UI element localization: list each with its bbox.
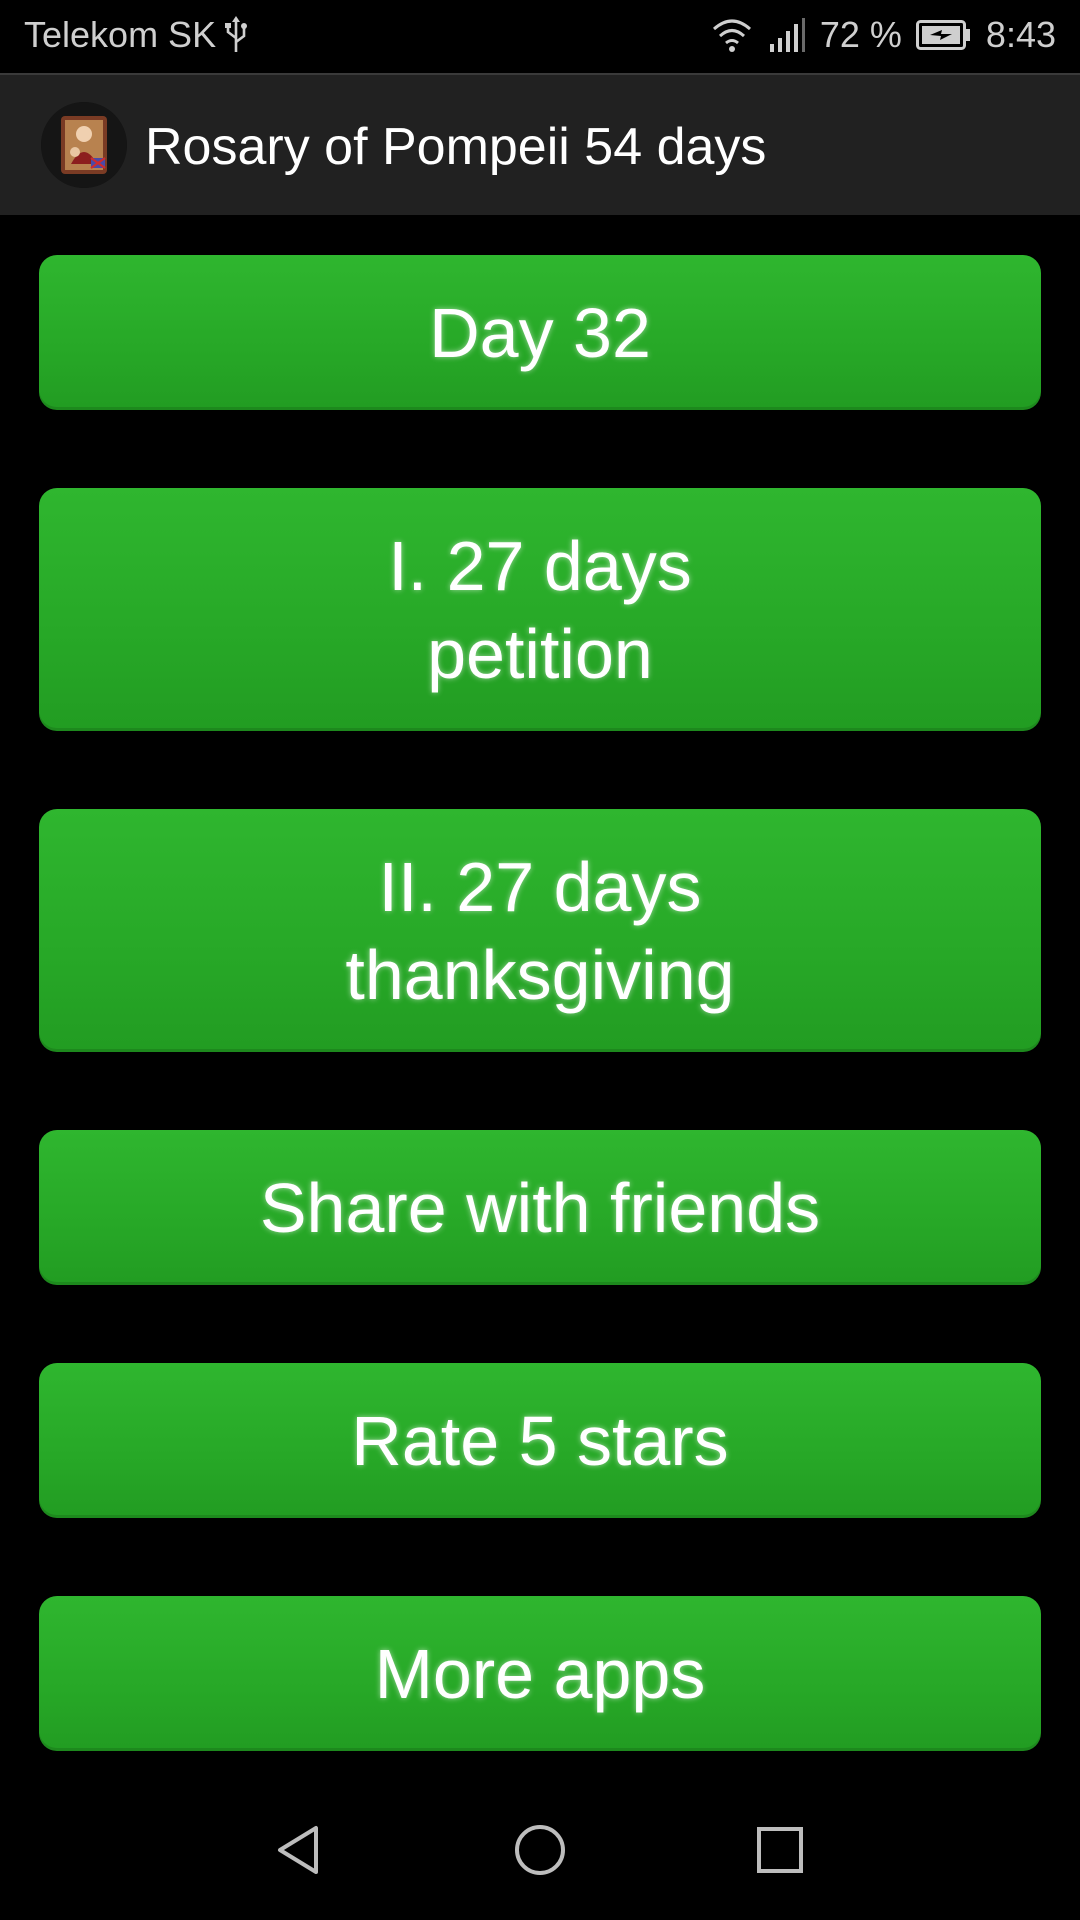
rate-button-label: Rate 5 stars (351, 1401, 729, 1480)
recents-icon[interactable] (740, 1810, 820, 1890)
clock-time: 8:43 (985, 14, 1056, 55)
battery-percent: 72 % (819, 14, 902, 55)
wifi-icon (710, 17, 754, 53)
back-icon[interactable] (260, 1810, 340, 1890)
usb-icon (224, 16, 248, 54)
thanksgiving-button[interactable]: II. 27 days thanksgiving (39, 809, 1041, 1052)
navigation-bar (0, 1780, 1080, 1920)
signal-icon (768, 18, 806, 52)
app-title: Rosary of Pompeii 54 days (145, 118, 767, 176)
carrier-name: Telekom SK (24, 14, 217, 55)
day-button-label: Day 32 (429, 293, 651, 372)
app-icon (41, 102, 127, 188)
battery-charging-icon (915, 20, 972, 50)
thanksgiving-button-label: II. 27 days thanksgiving (345, 847, 735, 1014)
petition-button-label: I. 27 days petition (388, 526, 692, 693)
day-button[interactable]: Day 32 (39, 255, 1041, 410)
share-button[interactable]: Share with friends (39, 1130, 1041, 1285)
status-bar: Telekom SK 72 % 8:43 (0, 0, 1080, 73)
share-button-label: Share with friends (259, 1168, 821, 1247)
home-icon[interactable] (500, 1810, 580, 1890)
petition-button[interactable]: I. 27 days petition (39, 488, 1041, 731)
rate-button[interactable]: Rate 5 stars (39, 1363, 1041, 1518)
app-bar: Rosary of Pompeii 54 days (0, 73, 1080, 215)
more-apps-button[interactable]: More apps (39, 1596, 1041, 1751)
more-apps-button-label: More apps (374, 1634, 706, 1713)
